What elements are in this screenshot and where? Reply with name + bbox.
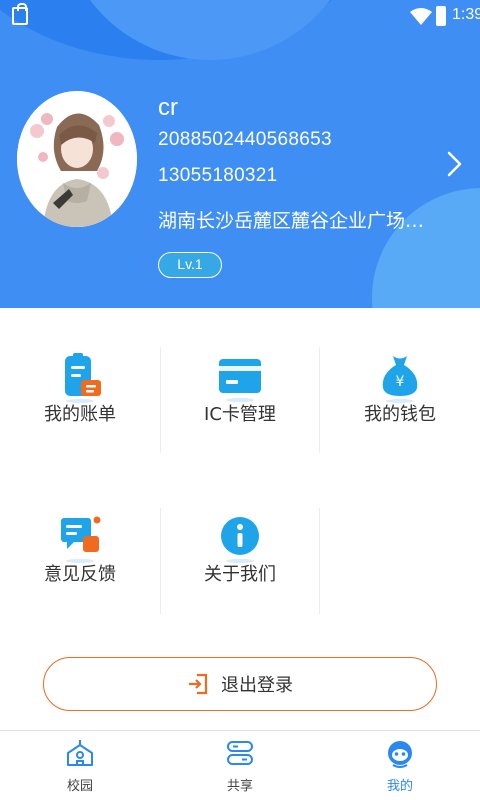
menu-item-bill[interactable]: 我的账单 bbox=[0, 320, 160, 470]
logout-label: 退出登录 bbox=[221, 675, 293, 696]
campus-icon bbox=[67, 740, 93, 766]
mine-icon bbox=[388, 741, 412, 768]
menu-item-label: IC卡管理 bbox=[204, 404, 276, 425]
logout-icon bbox=[189, 673, 208, 695]
menu-item-about[interactable]: 关于我们 bbox=[160, 480, 320, 630]
menu-item-label: 我的钱包 bbox=[364, 404, 436, 425]
user-id: 2088502440568653 bbox=[158, 129, 332, 150]
feedback-icon bbox=[61, 516, 101, 563]
user-phone: 13055180321 bbox=[158, 165, 278, 186]
battery-icon bbox=[436, 6, 446, 26]
svg-text:¥: ¥ bbox=[396, 374, 405, 390]
menu-item-wallet[interactable]: ¥ 我的钱包 bbox=[320, 320, 480, 470]
money-bag-icon: ¥ bbox=[382, 356, 418, 403]
info-icon bbox=[221, 517, 259, 563]
status-time: 1:39 bbox=[452, 6, 480, 23]
nav-label: 共享 bbox=[226, 779, 253, 794]
nav-item-mine[interactable]: 我的 bbox=[320, 731, 480, 800]
profile-screen: 1:39 cr 2088502440568653 13055180321 湖南长… bbox=[0, 0, 480, 800]
wifi-icon bbox=[410, 8, 432, 25]
nav-label: 校园 bbox=[66, 779, 93, 794]
level-badge: Lv.1 bbox=[158, 252, 222, 278]
nav-item-share[interactable]: 共享 bbox=[160, 731, 320, 800]
nav-item-campus[interactable]: 校园 bbox=[0, 731, 160, 800]
status-bar: 1:39 bbox=[0, 0, 480, 34]
menu-item-feedback[interactable]: 意见反馈 bbox=[0, 480, 160, 630]
nav-label: 我的 bbox=[386, 779, 413, 794]
menu-item-label: 关于我们 bbox=[204, 564, 276, 585]
card-icon bbox=[219, 359, 261, 402]
shopping-bag-icon bbox=[12, 3, 28, 25]
user-name: cr bbox=[158, 94, 178, 121]
avatar[interactable] bbox=[17, 91, 137, 227]
profile-header: 1:39 cr 2088502440568653 13055180321 湖南长… bbox=[0, 0, 480, 308]
menu-item-label: 意见反馈 bbox=[44, 564, 116, 585]
share-icon bbox=[227, 741, 253, 765]
user-address: 湖南长沙岳麓区麓谷企业广场… bbox=[158, 210, 425, 232]
bottom-nav: 校园 共享 我的 bbox=[0, 730, 480, 800]
chevron-right-icon[interactable] bbox=[444, 150, 466, 178]
avatar-illustration bbox=[17, 91, 137, 227]
bill-icon bbox=[65, 353, 101, 403]
menu-item-label: 我的账单 bbox=[44, 404, 116, 425]
logout-button[interactable]: 退出登录 bbox=[43, 657, 437, 711]
menu-item-ic-card[interactable]: IC卡管理 bbox=[160, 320, 320, 470]
